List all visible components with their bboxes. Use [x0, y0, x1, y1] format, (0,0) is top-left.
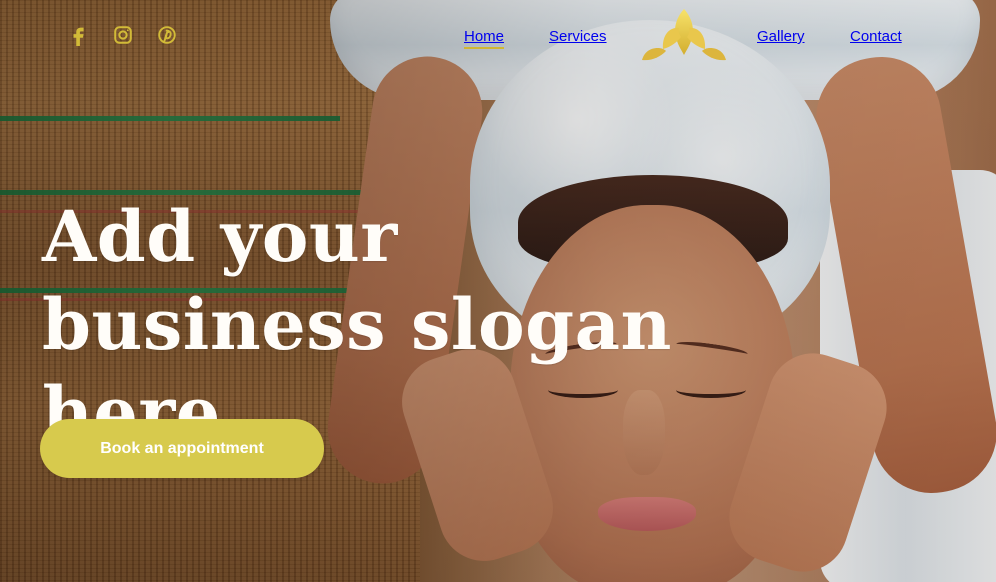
lotus-logo-icon[interactable] — [640, 6, 728, 68]
facebook-link[interactable] — [68, 24, 90, 46]
pinterest-icon — [158, 26, 176, 44]
site-header: Home Services Gallery Contact — [0, 0, 996, 75]
nav-home[interactable]: Home — [464, 28, 505, 49]
instagram-link[interactable] — [112, 24, 134, 46]
hero-title: Add your business slogan here — [42, 195, 672, 455]
nav-contact[interactable]: Contact — [850, 28, 902, 45]
social-links — [68, 24, 178, 46]
spa-homepage: Home Services Gallery Contact Add your b… — [0, 0, 996, 582]
pinterest-link[interactable] — [156, 24, 178, 46]
nav-services[interactable]: Services — [549, 28, 607, 45]
nav-gallery[interactable]: Gallery — [757, 28, 805, 45]
book-appointment-button[interactable]: Book an appointment — [40, 419, 324, 478]
facebook-icon — [73, 27, 84, 46]
instagram-icon — [114, 26, 132, 44]
